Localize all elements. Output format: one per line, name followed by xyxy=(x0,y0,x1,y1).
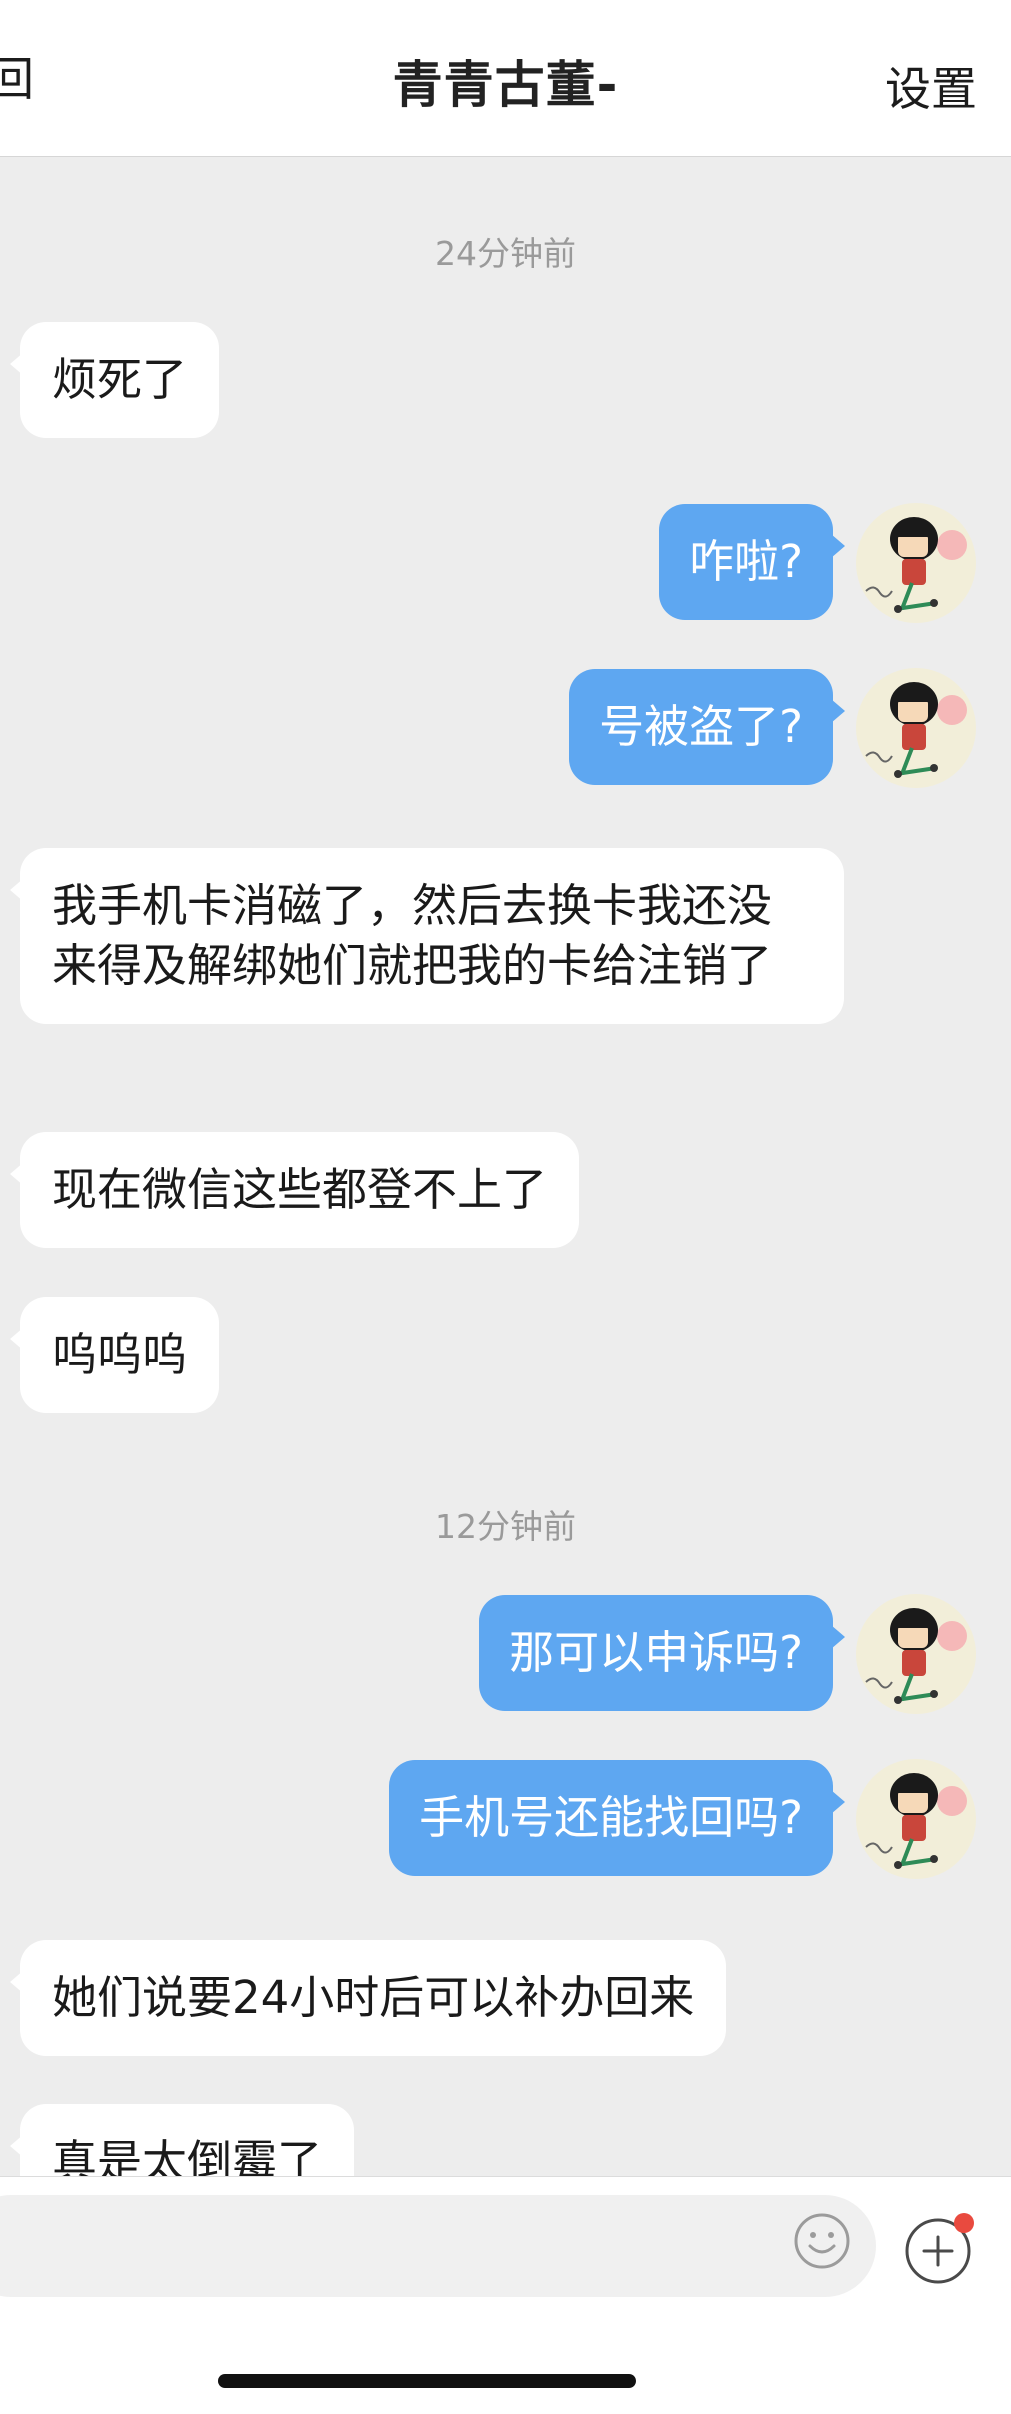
user-avatar[interactable] xyxy=(856,668,976,788)
avatar-icon xyxy=(865,1773,967,1869)
incoming-message[interactable]: 现在微信这些都登不上了 xyxy=(9,1132,580,1248)
incoming-message[interactable]: 我手机卡消磁了，然后去换卡我还没来得及解绑她们就把我的卡给注销了 xyxy=(10,848,844,1024)
outgoing-message[interactable]: 咋啦? xyxy=(659,504,845,620)
emoji-button[interactable] xyxy=(792,2211,852,2271)
home-indicator xyxy=(218,2374,636,2388)
user-avatar[interactable] xyxy=(856,1594,976,1714)
chat-header: 回 青青古董- 设置 xyxy=(0,0,1011,157)
more-button[interactable] xyxy=(904,2213,976,2285)
plus-circle-icon xyxy=(905,2213,974,2284)
incoming-message[interactable]: 烦死了 xyxy=(9,322,220,438)
avatar-icon xyxy=(865,682,967,778)
message-input[interactable] xyxy=(0,2195,876,2297)
message-list[interactable]: 24分钟前 烦死了 咋啦? 号被盗了? 我手机卡消磁了，然后去换卡我还没来得及解… xyxy=(0,157,1011,2177)
user-avatar[interactable] xyxy=(856,1759,976,1879)
chat-title: 青青古董- xyxy=(392,56,619,114)
user-avatar[interactable] xyxy=(856,503,976,623)
timestamp: 24分钟前 xyxy=(435,234,576,273)
notification-badge xyxy=(954,2213,974,2233)
outgoing-message[interactable]: 号被盗了? xyxy=(569,669,845,785)
incoming-message[interactable]: 呜呜呜 xyxy=(9,1297,220,1413)
timestamp: 12分钟前 xyxy=(435,1507,576,1546)
avatar-icon xyxy=(865,517,967,613)
incoming-message[interactable]: 真是太倒霉了 xyxy=(9,2104,355,2177)
incoming-message[interactable]: 她们说要24小时后可以补办回来 xyxy=(9,1940,727,2056)
outgoing-message[interactable]: 那可以申诉吗? xyxy=(479,1595,845,1711)
outgoing-message[interactable]: 手机号还能找回吗? xyxy=(389,1760,845,1876)
smiley-face-icon xyxy=(794,2213,850,2269)
settings-button[interactable]: 设置 xyxy=(885,66,977,112)
avatar-icon xyxy=(865,1608,967,1704)
